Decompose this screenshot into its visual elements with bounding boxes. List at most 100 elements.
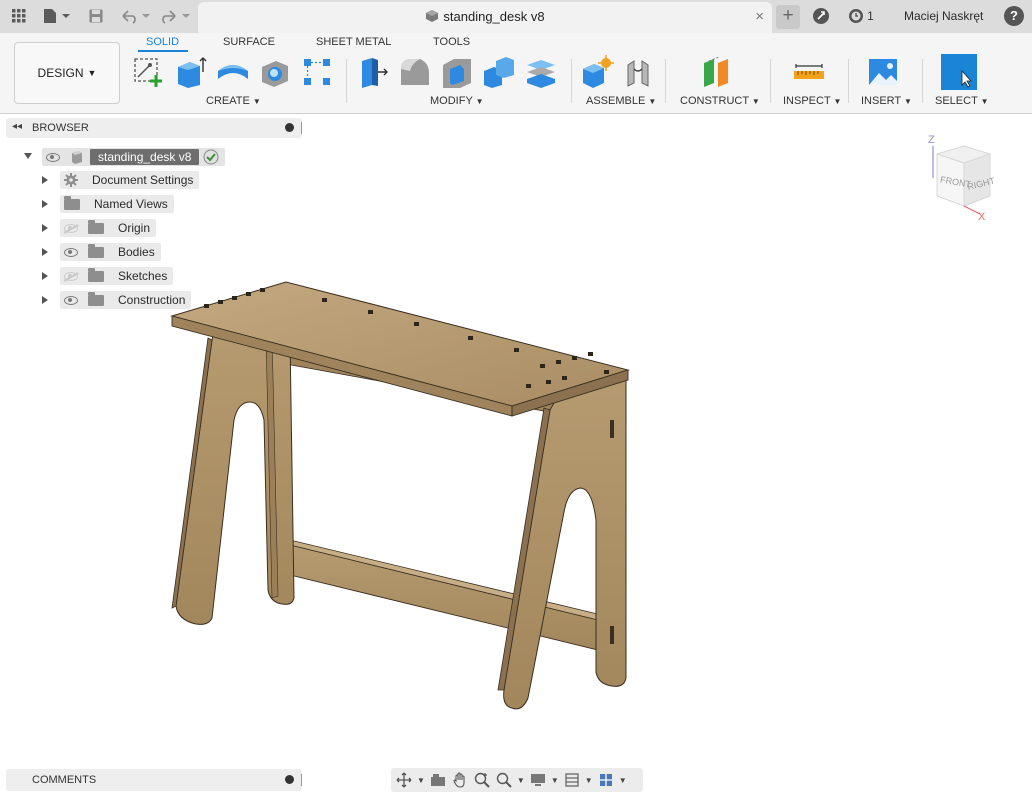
redo-icon[interactable] <box>160 5 194 27</box>
browser-item-label: Bodies <box>118 245 155 259</box>
expand-root-toggle[interactable] <box>24 153 32 159</box>
root-component-icon <box>72 151 82 164</box>
look-at-icon[interactable] <box>429 771 447 789</box>
chevron-down-icon[interactable]: ▼ <box>417 776 425 785</box>
close-tab-icon[interactable]: × <box>755 8 764 25</box>
browser-item-document-settings[interactable]: Document Settings <box>60 171 200 189</box>
chevron-down-icon[interactable]: ▼ <box>517 776 525 785</box>
measure-icon[interactable] <box>792 55 826 89</box>
select-icon[interactable] <box>940 53 978 91</box>
browser-item-origin[interactable]: Origin <box>60 219 157 237</box>
job-status-icon[interactable]: 1 <box>846 5 876 27</box>
comments-panel-header[interactable]: COMMENTS <box>6 769 302 791</box>
browser-panel-header[interactable]: ◂◂ BROWSER <box>6 118 302 138</box>
split-body-icon[interactable] <box>524 55 558 89</box>
collapse-panel-icon[interactable]: ◂◂ <box>12 121 22 132</box>
browser-item-sketches[interactable]: Sketches <box>60 267 174 285</box>
folder-icon <box>64 195 80 210</box>
grid-snaps-icon[interactable] <box>563 771 581 789</box>
revolve-icon[interactable] <box>216 55 250 89</box>
gear-icon <box>64 173 78 187</box>
chevron-down-icon[interactable]: ▼ <box>585 776 593 785</box>
app-grid-icon[interactable] <box>10 5 28 27</box>
assemble-menu[interactable]: ASSEMBLE ▼ <box>586 95 656 107</box>
workspace-switcher[interactable]: DESIGN ▼ <box>14 42 120 104</box>
visibility-off-icon[interactable] <box>64 223 78 233</box>
create-menu[interactable]: CREATE ▼ <box>206 95 261 107</box>
browser-root-item[interactable]: standing_desk v8 <box>42 148 226 166</box>
create-sketch-icon[interactable] <box>132 55 166 89</box>
active-check-icon <box>203 149 219 165</box>
shell-icon[interactable] <box>258 55 292 89</box>
expand-toggle[interactable] <box>42 224 48 232</box>
separator <box>346 59 347 103</box>
active-tab-indicator <box>138 50 188 52</box>
browser-item-label: Sketches <box>118 269 168 283</box>
title-bar: standing_desk v8 × + 1 Maciej Naskręt ? <box>0 0 1032 34</box>
workspace-label: DESIGN <box>37 66 84 80</box>
tab-solid[interactable]: SOLID <box>146 36 179 48</box>
offset-plane-icon[interactable] <box>700 55 734 89</box>
tab-surface[interactable]: SURFACE <box>223 36 275 48</box>
fit-icon[interactable] <box>495 771 513 789</box>
orbit-icon[interactable] <box>395 771 413 789</box>
document-tab-title: standing_desk v8 <box>198 9 772 24</box>
select-menu[interactable]: SELECT ▼ <box>935 95 989 107</box>
separator <box>770 59 771 103</box>
chevron-down-icon[interactable]: ▼ <box>619 776 627 785</box>
job-count: 1 <box>867 9 874 23</box>
separator <box>571 59 572 103</box>
visibility-off-icon[interactable] <box>64 271 78 281</box>
extensions-icon[interactable] <box>812 5 830 27</box>
expand-toggle[interactable] <box>42 200 48 208</box>
expand-toggle[interactable] <box>42 248 48 256</box>
file-menu-icon[interactable] <box>42 5 72 27</box>
expand-toggle[interactable] <box>42 272 48 280</box>
pin-panel-icon[interactable] <box>285 123 294 132</box>
document-tab[interactable]: standing_desk v8 × <box>198 2 772 33</box>
inspect-menu[interactable]: INSPECT ▼ <box>783 95 841 107</box>
folder-icon <box>88 219 104 234</box>
visibility-eye-icon[interactable] <box>64 295 78 305</box>
panel-resize-handle[interactable] <box>301 774 302 786</box>
joint-icon[interactable] <box>622 55 656 89</box>
pattern-icon[interactable] <box>300 55 334 89</box>
comments-title: COMMENTS <box>32 774 97 786</box>
browser-item-label: Origin <box>118 221 151 235</box>
user-account-name[interactable]: Maciej Naskręt <box>904 9 983 23</box>
undo-icon[interactable] <box>120 5 154 27</box>
visibility-eye-icon[interactable] <box>64 247 78 257</box>
standing-desk-model[interactable] <box>165 275 635 715</box>
modify-menu[interactable]: MODIFY ▼ <box>430 95 484 107</box>
chamfer-icon[interactable] <box>440 55 474 89</box>
tab-tools[interactable]: TOOLS <box>433 36 470 48</box>
insert-image-icon[interactable] <box>866 55 900 89</box>
fillet-icon[interactable] <box>398 55 432 89</box>
insert-menu[interactable]: INSERT ▼ <box>861 95 912 107</box>
axis-z-label: Z <box>928 134 935 146</box>
display-settings-icon[interactable] <box>529 771 547 789</box>
pan-icon[interactable] <box>451 771 469 789</box>
chevron-down-icon[interactable]: ▼ <box>551 776 559 785</box>
tab-sheet-metal[interactable]: SHEET METAL <box>316 36 391 48</box>
browser-title: BROWSER <box>32 122 89 134</box>
visibility-eye-icon[interactable] <box>46 152 60 162</box>
extrude-icon[interactable] <box>174 55 208 89</box>
zoom-icon[interactable] <box>473 771 491 789</box>
new-tab-button[interactable]: + <box>776 5 800 29</box>
press-pull-icon[interactable] <box>356 55 390 89</box>
browser-item-named-views[interactable]: Named Views <box>60 195 174 213</box>
panel-resize-handle[interactable] <box>301 122 302 134</box>
save-icon[interactable] <box>88 5 104 27</box>
add-comment-icon[interactable] <box>285 775 294 784</box>
chevron-down-icon: ▼ <box>87 68 97 78</box>
expand-toggle[interactable] <box>42 176 48 184</box>
expand-toggle[interactable] <box>42 296 48 304</box>
browser-item-bodies[interactable]: Bodies <box>60 243 161 261</box>
help-icon[interactable]: ? <box>1004 6 1024 26</box>
combine-icon[interactable] <box>482 55 516 89</box>
new-component-icon[interactable] <box>580 55 614 89</box>
construct-menu[interactable]: CONSTRUCT ▼ <box>680 95 760 107</box>
viewcube[interactable]: Z FRONT RIGHT X <box>924 132 994 222</box>
viewports-icon[interactable] <box>597 771 615 789</box>
